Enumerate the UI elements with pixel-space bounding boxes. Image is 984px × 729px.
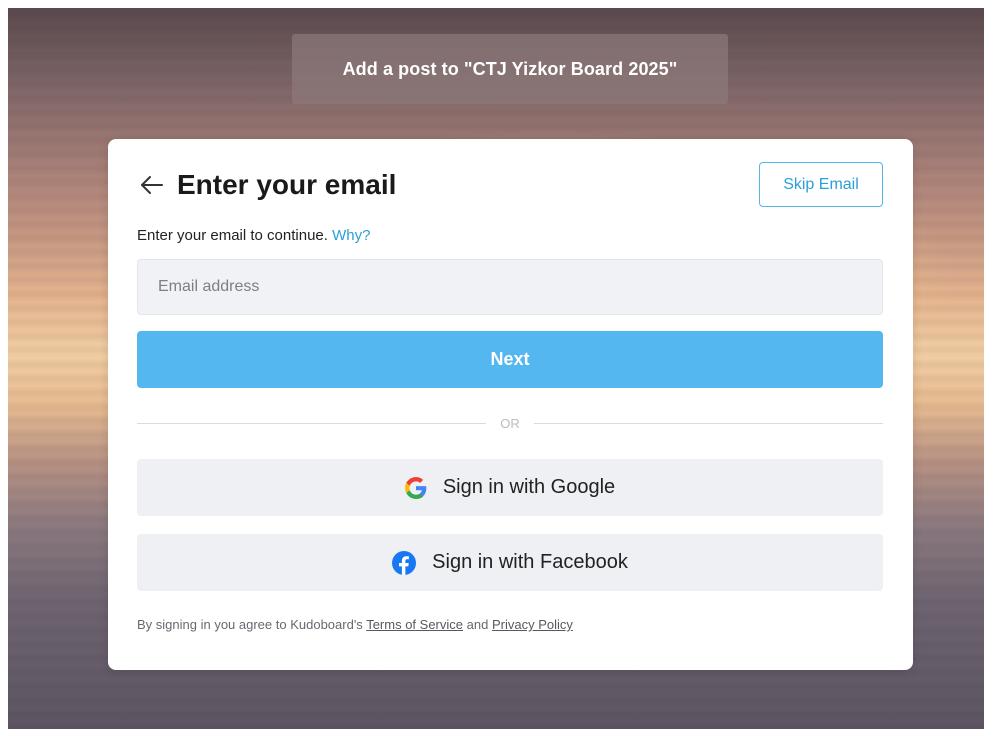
- divider-or-text: OR: [500, 415, 520, 431]
- subtitle-text: Enter your email to continue.: [137, 227, 328, 244]
- facebook-icon: [392, 550, 417, 575]
- terms-notice: By signing in you agree to Kudoboard's T…: [137, 617, 573, 632]
- privacy-policy-link[interactable]: Privacy Policy: [492, 617, 573, 632]
- email-dialog: Enter your email Skip Email Enter your e…: [108, 139, 913, 670]
- google-signin-button[interactable]: Sign in with Google: [137, 459, 883, 516]
- google-g-icon: [404, 476, 427, 499]
- divider-line-left: [137, 422, 487, 424]
- dialog-title: Enter your email: [177, 169, 397, 200]
- background-photo: Add a post to "CTJ Yizkor Board 2025" En…: [8, 8, 984, 729]
- facebook-signin-label: Sign in with Facebook: [432, 551, 628, 573]
- arrow-left-icon[interactable]: [138, 171, 166, 199]
- email-input[interactable]: [137, 259, 883, 315]
- divider-line-right: [533, 422, 883, 424]
- dialog-subtitle: Enter your email to continue. Why?: [137, 227, 370, 244]
- board-banner: Add a post to "CTJ Yizkor Board 2025": [292, 34, 728, 104]
- terms-prefix: By signing in you agree to Kudoboard's: [137, 617, 363, 632]
- terms-of-service-link[interactable]: Terms of Service: [366, 617, 463, 632]
- next-button[interactable]: Next: [137, 331, 883, 388]
- google-signin-label: Sign in with Google: [442, 476, 616, 498]
- or-divider: OR: [137, 413, 883, 433]
- facebook-signin-button[interactable]: Sign in with Facebook: [137, 534, 883, 591]
- why-link[interactable]: Why?: [332, 227, 370, 244]
- skip-email-button[interactable]: Skip Email: [759, 162, 883, 207]
- terms-and: and: [466, 617, 489, 632]
- banner-text: Add a post to "CTJ Yizkor Board 2025": [342, 58, 678, 79]
